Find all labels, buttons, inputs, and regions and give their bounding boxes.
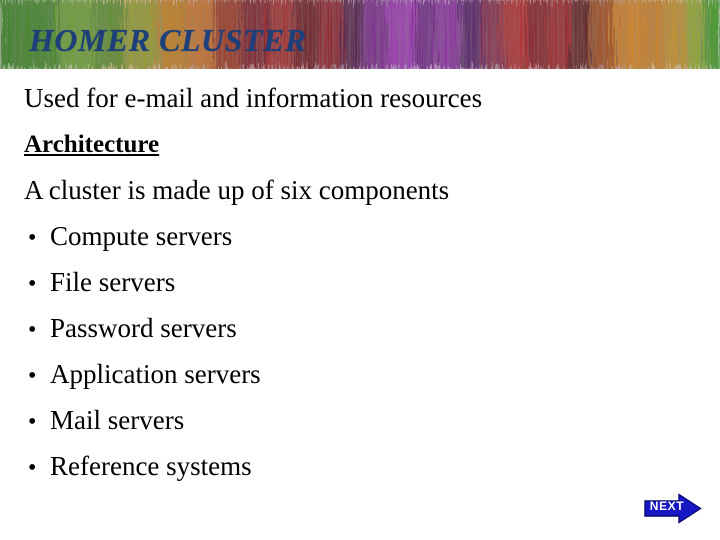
bullet-icon: • [28, 225, 37, 251]
list-item: • Application servers [24, 359, 261, 391]
list-item: • Reference systems [24, 451, 252, 483]
list-item: • Password servers [24, 313, 237, 345]
bullet-icon: • [28, 271, 37, 297]
slide-content: Used for e-mail and information resource… [0, 69, 720, 540]
list-item-label: Mail servers [50, 405, 185, 435]
bullet-icon: • [28, 317, 37, 343]
bullet-icon: • [28, 363, 37, 389]
list-item-label: Compute servers [50, 221, 233, 251]
bullet-icon: • [28, 409, 37, 435]
list-item: • File servers [24, 267, 175, 299]
list-item: • Compute servers [24, 221, 232, 253]
page-title: HOMER CLUSTER [29, 22, 307, 58]
slide-banner: HOMER CLUSTER [0, 0, 720, 69]
next-arrow-icon [644, 493, 702, 524]
next-button[interactable]: NEXT [644, 493, 702, 524]
lead-in-text: A cluster is made up of six components [24, 175, 450, 205]
list-item-label: Application servers [50, 359, 261, 389]
list-item: • Mail servers [24, 405, 184, 437]
intro-text: Used for e-mail and information resource… [24, 83, 483, 113]
list-item-label: Password servers [50, 313, 237, 343]
section-heading: Architecture [24, 131, 160, 158]
list-item-label: Reference systems [50, 451, 252, 481]
bullet-icon: • [28, 455, 37, 481]
list-item-label: File servers [50, 267, 176, 297]
